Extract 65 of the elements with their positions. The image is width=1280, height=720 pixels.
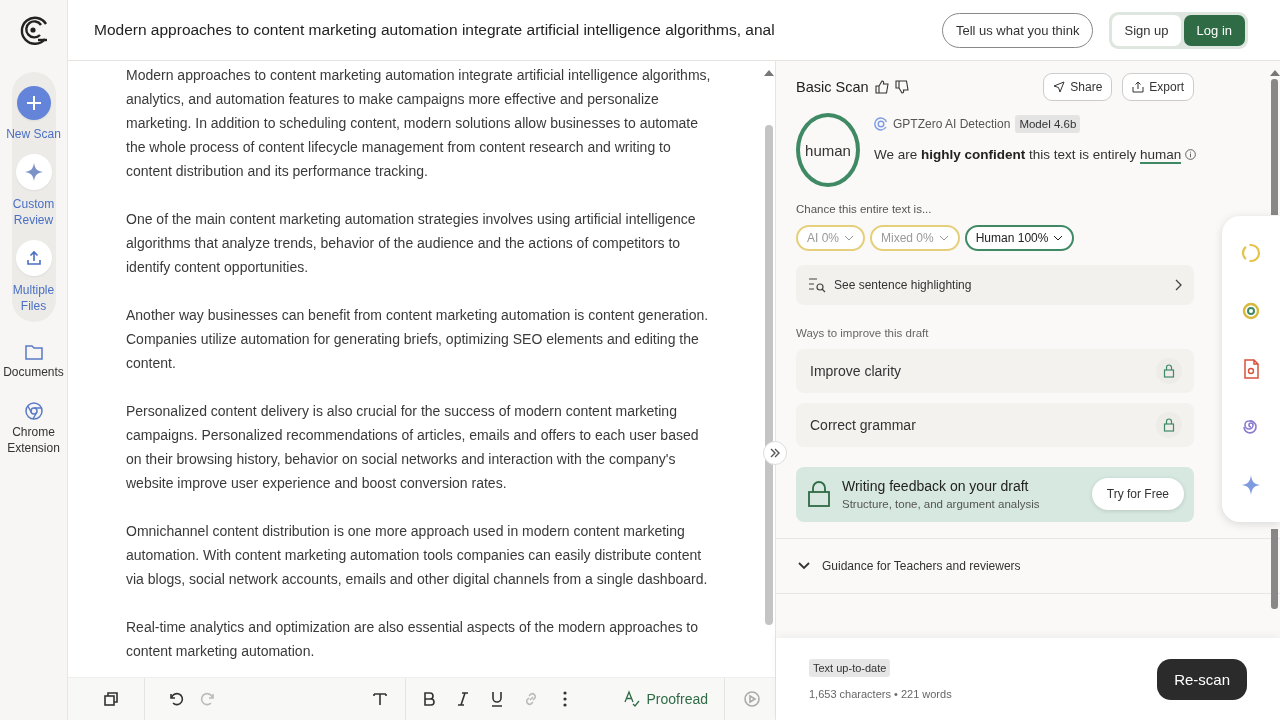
verdict-ring: human: [796, 113, 860, 187]
spellcheck-icon: [622, 690, 641, 708]
status-badge: Text up-to-date: [809, 659, 891, 677]
info-icon[interactable]: [1185, 149, 1197, 160]
list-search-icon: [808, 277, 826, 293]
chrome-icon[interactable]: [24, 402, 43, 420]
improvement-option[interactable]: Correct grammar: [796, 403, 1194, 447]
send-icon: [1053, 81, 1066, 93]
paragraph: Personalized content delivery is also crucial for the success of modern content marketing campaigns. Personalized recommendations of articles, emails and offers to each user based on their browsing history, behavior on social networks and interaction with the company's website improve user experience and boost conversion rates.: [126, 402, 700, 493]
proofread-button[interactable]: Proofread: [622, 690, 708, 708]
promo-title: Writing feedback on your draft: [842, 478, 1030, 494]
text-format-icon[interactable]: [371, 690, 389, 708]
paragraph: Omnichannel content distribution is one more approach used in modern content marketing automation. With content marketing automation tools companies can easily distribute content via blogs, social network accounts, emails and other digital channels from a single dashboard.: [126, 522, 709, 589]
improve-label: Ways to improve this draft: [796, 327, 930, 339]
chance-dropdown[interactable]: Human 100%: [964, 225, 1075, 251]
lock-icon: [808, 481, 830, 507]
highlighting-button[interactable]: See sentence highlighting: [796, 265, 1194, 305]
sign-up-button[interactable]: Sign up: [1112, 14, 1181, 46]
lock-icon: [1156, 412, 1182, 438]
text-counts: 1,653 characters • 221 words: [809, 688, 952, 700]
promo-subtitle: Structure, tone, and argument analysis: [842, 498, 1041, 510]
folder-icon[interactable]: [24, 344, 43, 360]
chevron-right-icon: [1174, 279, 1182, 291]
detector-logo-icon: [874, 117, 888, 131]
sidebar-tool[interactable]: New Scan: [3, 86, 64, 142]
model-badge: Model 4.6b: [1015, 115, 1081, 133]
sidebar-link[interactable]: Documents: [0, 344, 67, 380]
share-button[interactable]: Share: [1043, 73, 1113, 101]
lock-icon: [1156, 358, 1182, 384]
log-in-button[interactable]: Log in: [1183, 14, 1245, 46]
chevron-down-icon: [1053, 235, 1064, 241]
thumbs-up-icon[interactable]: [874, 80, 889, 94]
document-title: Modern approaches to content marketing automation integrate artificial intelligence algorithms, anal: [94, 21, 776, 39]
feedback-button[interactable]: Tell us what you think: [941, 12, 1094, 48]
paragraph: Another way businesses can benefit from content marketing automation is content generation. Companies utilize automation for generating briefs, optimizing SEO elements and editing the content.: [126, 306, 710, 373]
chevron-down-icon: [938, 235, 949, 241]
upload-icon: [25, 250, 42, 266]
sidebar-tool[interactable]: Multiple Files: [3, 240, 64, 314]
paragraph: Real-time analytics and optimization are also essential aspects of the modern approaches to content marketing automation.: [126, 618, 699, 661]
improvement-option[interactable]: Improve clarity: [796, 349, 1194, 393]
export-button[interactable]: Export: [1122, 73, 1194, 101]
sparkle-icon: [24, 163, 43, 181]
chevron-down-icon: [798, 562, 810, 570]
paragraph: Modern approaches to content marketing automation integrate artificial intelligence algorithms, analytics, and automation features to make campaigns more effective and personalize marketing. In addition to scheduling content, modern solutions allow businesses to automate the whole process of content lifecycle management from content research and writing to content distribution and its performance tracking.: [126, 66, 711, 181]
rescan-button[interactable]: Re-scan: [1157, 658, 1247, 700]
sidebar-link[interactable]: Chrome Extension: [0, 402, 67, 456]
export-icon: [1132, 81, 1145, 93]
double-chevron-icon: [770, 448, 780, 458]
scrollbar[interactable]: [765, 125, 773, 625]
scrollbar[interactable]: [1271, 529, 1278, 609]
try-free-button[interactable]: Try for Free: [1091, 478, 1184, 510]
plus-icon: [25, 95, 42, 111]
play-icon[interactable]: [743, 690, 761, 708]
confidence-statement: We are highly confident this text is entirely human: [874, 147, 1182, 162]
paragraph: One of the main content marketing automation strategies involves using artificial intelligence algorithms that analyze trends, behavior of the audience and the actions of competitors to identify content opportunities.: [126, 210, 697, 277]
chance-label: Chance this entire text is...: [796, 203, 933, 215]
detector-name: GPTZero AI Detection: [893, 117, 1011, 131]
undo-icon[interactable]: [167, 690, 185, 708]
guidance-toggle[interactable]: Guidance for Teachers and reviewers: [776, 538, 1280, 594]
sidebar-tool[interactable]: Custom Review: [3, 154, 64, 228]
scan-title: Basic Scan: [796, 79, 869, 95]
chevron-down-icon: [844, 235, 854, 241]
copy-icon[interactable]: [102, 690, 120, 708]
scrollbar[interactable]: [1271, 79, 1278, 215]
thumbs-down-icon[interactable]: [894, 80, 909, 94]
